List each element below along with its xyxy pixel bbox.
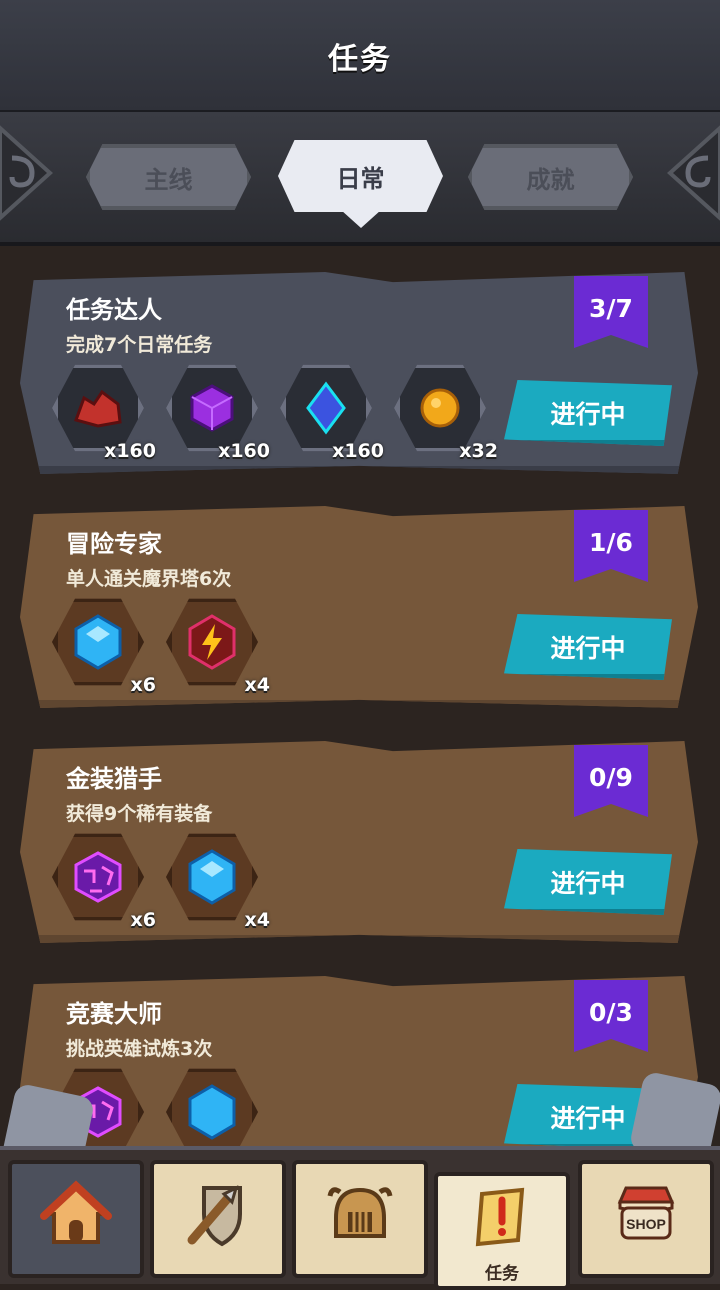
energy-bolt-icon — [188, 614, 236, 670]
reward-item[interactable]: x32 — [390, 358, 498, 462]
quest-card: 冒险专家 单人通关魔界塔6次 1/6 x6 x4 进行中 — [20, 506, 698, 708]
page-title: 任务 — [328, 42, 392, 77]
rune-cube-icon — [74, 851, 122, 903]
nav-shop-button[interactable]: SHOP — [578, 1160, 714, 1278]
tab-achievement[interactable]: 成就 — [468, 144, 633, 210]
reward-quantity: x160 — [218, 440, 270, 462]
in-progress-button[interactable]: 进行中 — [504, 614, 672, 680]
quest-progress-badge: 1/6 — [574, 510, 648, 582]
quest-name: 冒险专家 — [66, 530, 162, 558]
reward-quantity: x6 — [130, 909, 156, 931]
tab-daily[interactable]: 日常 — [278, 140, 443, 212]
nav-quest-label: 任务 — [485, 1264, 519, 1284]
blue-crystal-icon — [306, 381, 346, 435]
active-tab-pointer — [341, 210, 381, 228]
reward-item[interactable]: x6 — [48, 592, 156, 696]
reward-item[interactable]: x4 — [162, 827, 270, 931]
gold-coin-icon — [420, 388, 460, 428]
helmet-icon — [327, 1187, 393, 1238]
nav-battle-button[interactable] — [150, 1160, 286, 1278]
tab-main[interactable]: 主线 — [86, 144, 251, 210]
quest-progress-badge: 0/9 — [574, 745, 648, 817]
home-icon — [40, 1180, 112, 1244]
reward-item[interactable]: x4 — [162, 592, 270, 696]
quest-name: 任务达人 — [66, 296, 162, 324]
in-progress-button[interactable]: 进行中 — [504, 849, 672, 915]
quest-name: 竞赛大师 — [66, 1000, 162, 1028]
blue-gem-icon — [188, 1084, 236, 1140]
shop-icon: SHOP — [617, 1186, 675, 1240]
blue-gem-icon — [188, 849, 236, 905]
quest-card: 任务达人 完成7个日常任务 3/7 x160 x160 x160 x32 进行中 — [20, 272, 698, 474]
sword-shield-icon — [187, 1185, 242, 1247]
reward-quantity: x6 — [130, 674, 156, 696]
in-progress-button[interactable]: 进行中 — [504, 380, 672, 446]
nav-home-button[interactable] — [8, 1160, 144, 1278]
bottom-nav: 任务 SHOP — [0, 1146, 720, 1290]
left-swirl-ornament-icon — [0, 125, 53, 221]
red-ore-icon — [74, 389, 122, 428]
quest-progress-badge: 0/3 — [574, 980, 648, 1052]
quest-description: 挑战英雄试炼3次 — [66, 1038, 213, 1060]
quest-progress-badge: 3/7 — [574, 276, 648, 348]
reward-item[interactable]: x160 — [162, 358, 270, 462]
quest-description: 获得9个稀有装备 — [66, 803, 213, 825]
reward-item[interactable]: x160 — [276, 358, 384, 462]
right-swirl-ornament-icon — [667, 125, 720, 221]
quest-description: 完成7个日常任务 — [66, 334, 213, 356]
reward-quantity: x4 — [244, 674, 270, 696]
quest-card: 金装猎手 获得9个稀有装备 0/9 x6 x4 进行中 — [20, 741, 698, 943]
reward-quantity: x160 — [104, 440, 156, 462]
reward-item[interactable]: x160 — [48, 358, 156, 462]
reward-quantity: x160 — [332, 440, 384, 462]
quest-scroll-icon — [475, 1187, 525, 1247]
reward-quantity: x4 — [244, 909, 270, 931]
shop-label: SHOP — [626, 1216, 666, 1232]
purple-cube-icon — [190, 384, 234, 432]
header-bar: 任务 — [0, 0, 720, 116]
tab-bar: 主线 日常 成就 — [0, 112, 720, 246]
quest-name: 金装猎手 — [66, 765, 162, 793]
nav-quest-button[interactable]: 任务 — [434, 1172, 570, 1290]
reward-quantity: x32 — [459, 440, 498, 462]
blue-gem-icon — [74, 614, 122, 670]
nav-hero-button[interactable] — [292, 1160, 428, 1278]
reward-item[interactable]: x6 — [48, 827, 156, 931]
quest-description: 单人通关魔界塔6次 — [66, 568, 232, 590]
